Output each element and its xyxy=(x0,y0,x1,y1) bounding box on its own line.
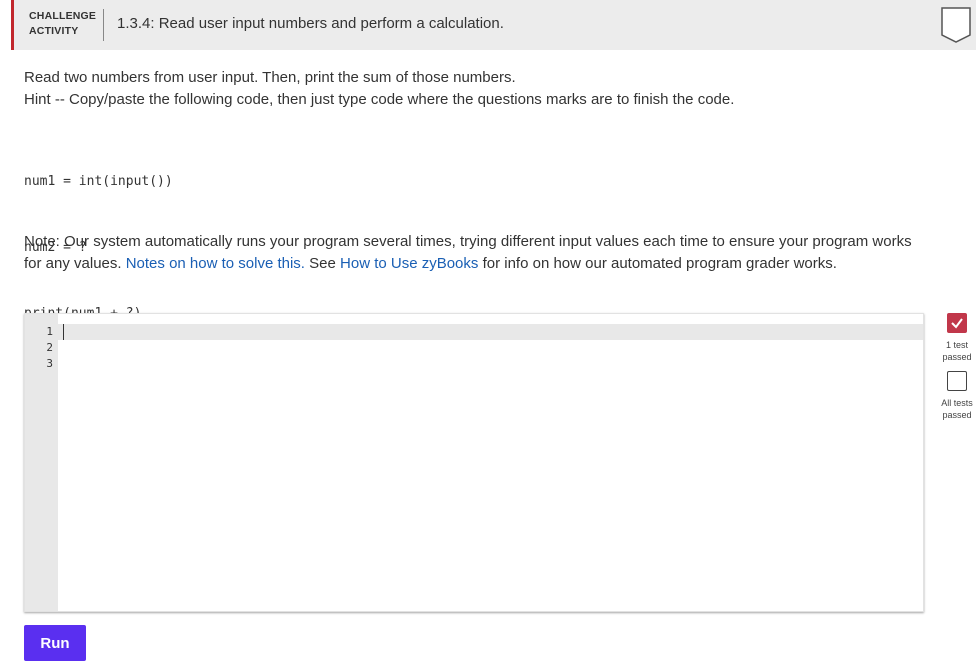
active-line-highlight xyxy=(58,324,923,340)
activity-title: 1.3.4: Read user input numbers and perfo… xyxy=(117,15,504,32)
completion-badge-icon xyxy=(941,7,971,43)
challenge-activity-label: CHALLENGE ACTIVITY xyxy=(29,9,96,39)
editor-gutter: 1 2 3 xyxy=(25,314,58,611)
challenge-label-line1: CHALLENGE xyxy=(29,10,97,22)
line-number: 2 xyxy=(46,341,53,354)
one-test-label-line2: passed xyxy=(942,352,972,362)
line-number: 1 xyxy=(46,325,53,338)
note-text-middle: See xyxy=(304,255,341,272)
one-test-passed-label: 1 test passed xyxy=(937,339,976,363)
text-cursor xyxy=(63,324,64,340)
one-test-passed-checkbox xyxy=(947,313,967,333)
notes-how-to-solve-link[interactable]: Notes on how to solve this. xyxy=(126,255,305,272)
grader-note: Note: Our system automatically runs your… xyxy=(24,231,929,275)
all-tests-passed-label: All tests passed xyxy=(937,397,976,421)
header-divider xyxy=(103,9,104,41)
one-test-label-line1: 1 test xyxy=(945,340,968,350)
code-editor[interactable]: 1 2 3 xyxy=(24,313,924,612)
challenge-label-line2: ACTIVITY xyxy=(29,25,79,37)
check-icon xyxy=(951,318,963,329)
challenge-header: CHALLENGE ACTIVITY 1.3.4: Read user inpu… xyxy=(11,0,976,50)
instructions: Read two numbers from user input. Then, … xyxy=(24,67,734,111)
all-tests-label-line2: passed xyxy=(942,410,972,420)
all-tests-label-line1: All tests xyxy=(941,398,973,408)
line-number: 3 xyxy=(46,357,53,370)
instructions-line-2: Hint -- Copy/paste the following code, t… xyxy=(24,91,735,108)
all-tests-passed-checkbox xyxy=(947,371,967,391)
how-to-use-zybooks-link[interactable]: How to Use zyBooks xyxy=(340,255,478,272)
code-sample-line-1: num1 = int(input()) xyxy=(24,174,173,189)
run-button[interactable]: Run xyxy=(24,625,86,661)
instructions-line-1: Read two numbers from user input. Then, … xyxy=(24,69,516,86)
note-text-suffix: for info on how our automated program gr… xyxy=(478,255,837,272)
